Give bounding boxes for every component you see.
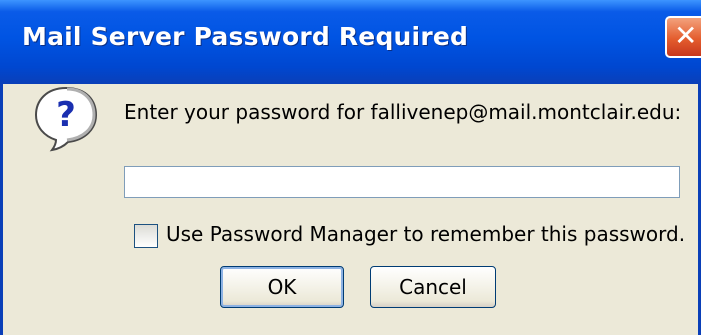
close-button[interactable]: ✕ [665, 16, 701, 58]
ok-button[interactable]: OK [220, 266, 344, 308]
password-dialog: Mail Server Password Required ✕ ? Enter … [0, 0, 701, 335]
password-input[interactable] [124, 166, 680, 198]
remember-password-checkbox[interactable] [134, 224, 158, 248]
dialog-title: Mail Server Password Required [22, 22, 469, 51]
title-bar[interactable]: Mail Server Password Required ✕ [0, 0, 701, 84]
prompt-message: Enter your password for fallivenep@mail.… [124, 100, 682, 124]
remember-password-label[interactable]: Use Password Manager to remember this pa… [166, 222, 685, 246]
question-icon: ? [34, 86, 98, 152]
cancel-button[interactable]: Cancel [370, 266, 496, 308]
close-icon: ✕ [674, 19, 698, 52]
svg-text:?: ? [56, 95, 76, 135]
